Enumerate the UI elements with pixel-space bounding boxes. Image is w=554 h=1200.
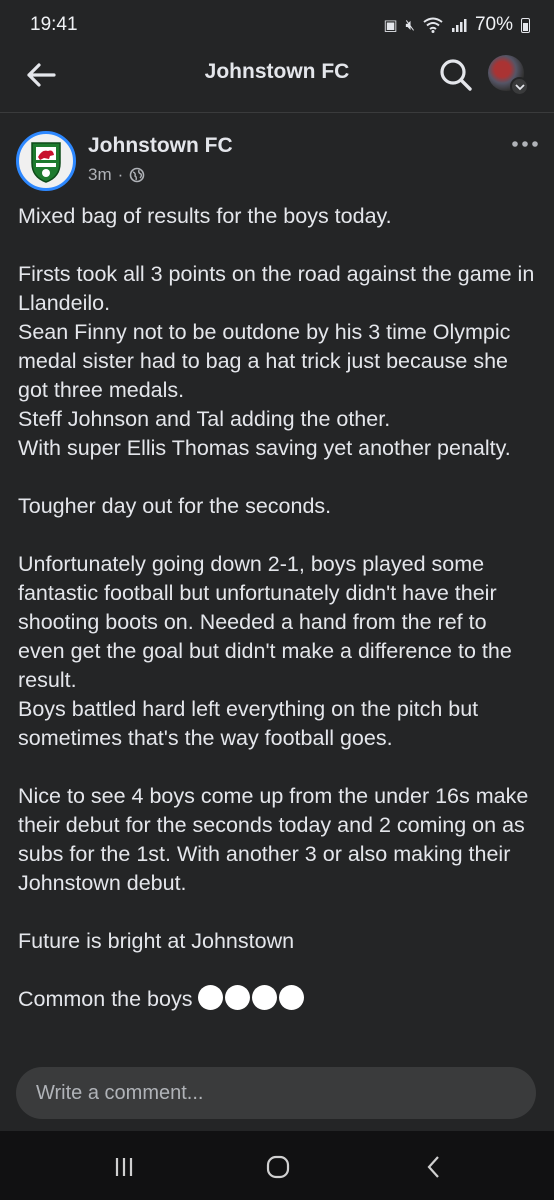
post-line: Tougher day out for the seconds. (18, 494, 332, 518)
globe-icon (129, 167, 145, 183)
post-author[interactable]: Johnstown FC (88, 134, 233, 158)
profile-menu-badge[interactable] (510, 77, 529, 96)
white-circle-icon (198, 985, 224, 1010)
home-icon[interactable] (264, 1153, 292, 1181)
header-divider (0, 112, 554, 113)
back-icon[interactable] (420, 1153, 448, 1181)
signal-icon (451, 19, 467, 32)
post-line: Unfortunately going down 2-1, boys playe… (18, 552, 512, 692)
white-circle-icon (252, 985, 278, 1010)
post-line: Firsts took all 3 points on the road aga… (18, 262, 535, 315)
battery-icon (521, 17, 530, 33)
status-icons: ▣ 🔇︎ 70% (383, 14, 530, 36)
post-line: Mixed bag of results for the boys today. (18, 204, 392, 228)
status-bar: 19:41 ▣ 🔇︎ 70% (0, 0, 554, 50)
post-line: Future is bright at Johnstown (18, 929, 295, 953)
mute-icon: 🔇︎ (405, 16, 415, 34)
post-line: Common the boys (18, 987, 193, 1011)
status-time: 19:41 (30, 14, 78, 35)
post-line: Sean Finny not to be outdone by his 3 ti… (18, 320, 511, 402)
white-circle-emojis (198, 985, 305, 1010)
recent-apps-icon[interactable] (110, 1153, 138, 1181)
post-line: With super Ellis Thomas saving yet anoth… (18, 436, 511, 460)
post-text: Mixed bag of results for the boys today.… (18, 202, 538, 1014)
meta-separator: · (117, 165, 124, 184)
comment-input[interactable] (16, 1067, 536, 1119)
system-nav-bar (0, 1131, 554, 1200)
app-header: Johnstown FC (0, 50, 554, 100)
post-meta: 3m · (88, 165, 145, 185)
search-icon[interactable] (437, 56, 473, 92)
club-crest-icon (31, 142, 61, 183)
chevron-down-icon (514, 83, 525, 90)
white-circle-icon (279, 985, 305, 1010)
white-circle-icon (225, 985, 251, 1010)
post-line: Boys battled hard left everything on the… (18, 697, 479, 750)
more-options-icon[interactable] (510, 138, 540, 150)
post-line-final: Common the boys (18, 985, 538, 1014)
wifi-icon (423, 17, 443, 33)
post-line: Nice to see 4 boys come up from the unde… (18, 784, 529, 895)
post-time[interactable]: 3m (88, 165, 112, 185)
page-avatar[interactable] (16, 131, 76, 191)
comment-bar (0, 1055, 554, 1131)
notification-icon: ▣ (383, 17, 398, 34)
battery-percent: 70% (474, 14, 513, 35)
post-line: Steff Johnson and Tal adding the other. (18, 407, 391, 431)
